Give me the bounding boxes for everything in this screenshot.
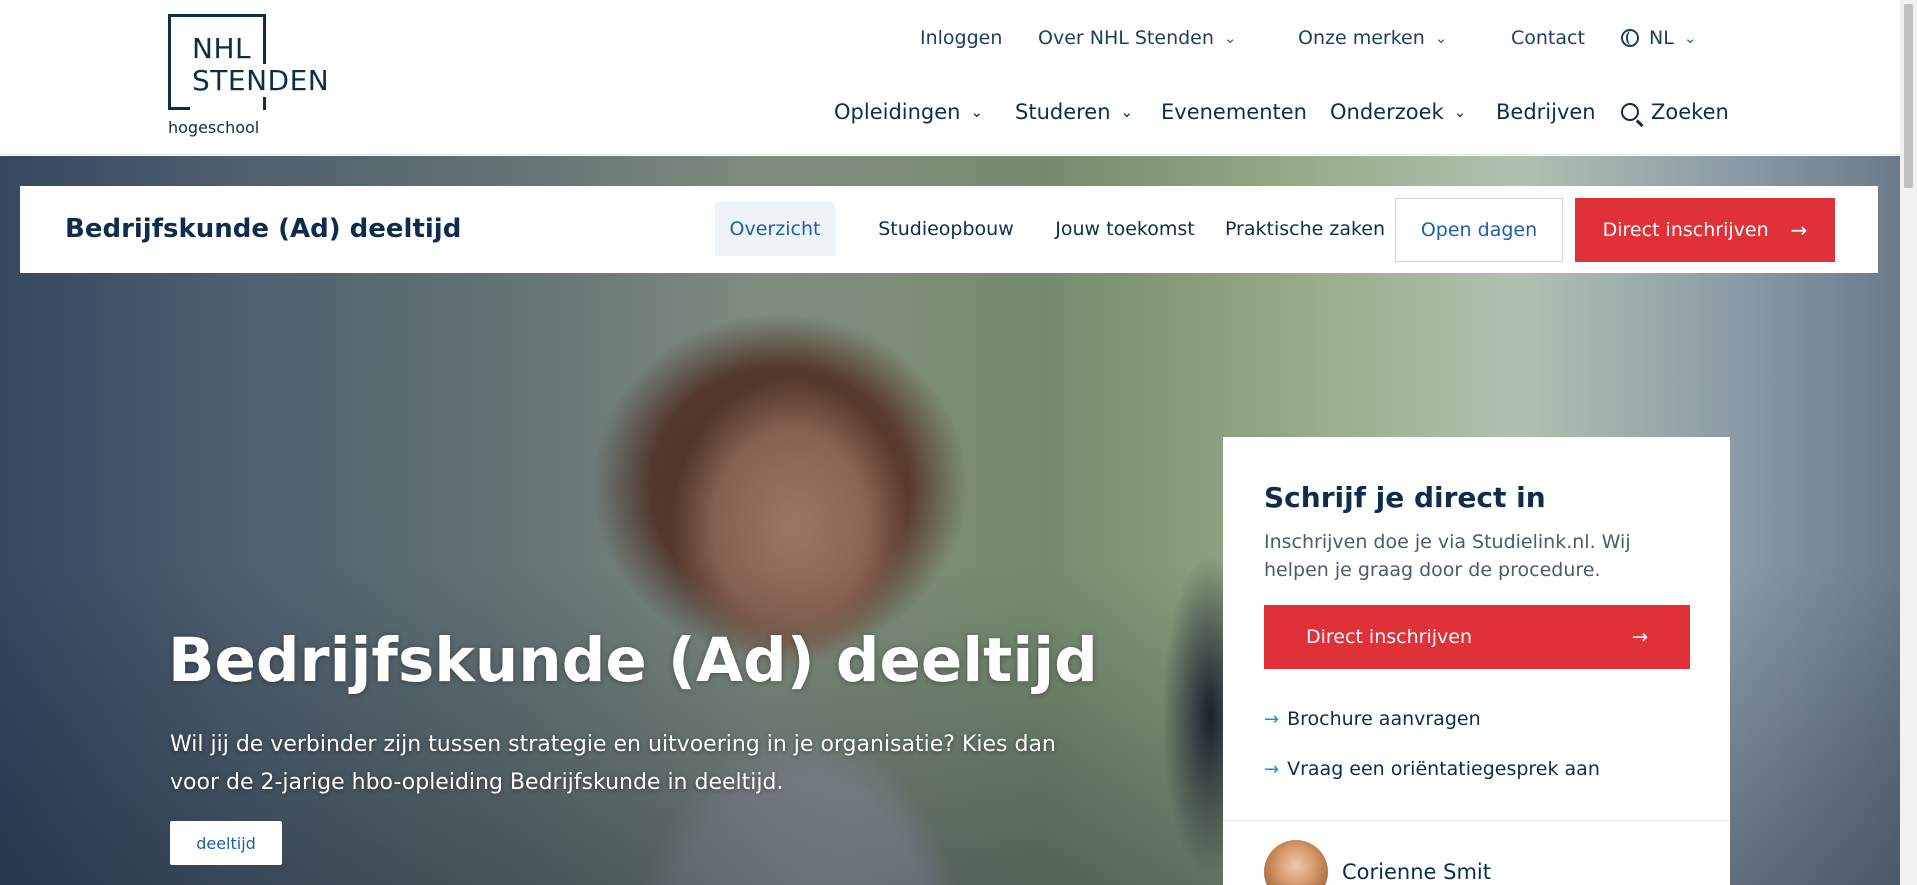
mainnav-programs[interactable]: Opleidingen ⌄ [834, 98, 983, 126]
enroll-label: Direct inschrijven [1602, 219, 1769, 241]
mainnav-study-label: Studeren [1015, 100, 1111, 124]
mainnav-research[interactable]: Onderzoek ⌄ [1330, 98, 1466, 126]
enroll-card: Schrijf je direct in Inschrijven doe je … [1223, 437, 1730, 885]
hero-intro: Wil jij de verbinder zijn tussen strateg… [170, 732, 1056, 795]
topnav-about[interactable]: Over NHL Stenden ⌄ [1038, 26, 1236, 50]
topnav-contact-label: Contact [1511, 27, 1585, 49]
site-header: NHL STENDEN hogeschool Inloggen Over NHL… [0, 0, 1900, 155]
open-days-label: Open dagen [1420, 219, 1538, 241]
mainnav-study[interactable]: Studeren ⌄ [1015, 98, 1133, 126]
program-subnav: Bedrijfskunde (Ad) deeltijd Overzicht St… [20, 186, 1878, 273]
tab-your-future[interactable]: Jouw toekomst [1035, 202, 1215, 256]
contact-name: Corienne Smit [1342, 860, 1491, 884]
mainnav-programs-label: Opleidingen [834, 100, 961, 124]
chevron-down-icon: ⌄ [1453, 103, 1467, 121]
program-title: Bedrijfskunde (Ad) deeltijd [65, 214, 462, 244]
card-enroll-button[interactable]: Direct inschrijven → [1264, 605, 1690, 669]
scrollbar-thumb[interactable] [1904, 4, 1913, 188]
open-days-button[interactable]: Open dagen [1395, 198, 1563, 262]
tab-study-structure[interactable]: Studieopbouw [866, 202, 1026, 256]
search-label: Zoeken [1651, 100, 1729, 124]
study-mode-badge[interactable]: deeltijd [170, 821, 282, 865]
orientation-link-label: Vraag een oriëntatiegesprek aan [1287, 758, 1600, 780]
hero-title: Bedrijfskunde (Ad) deeltijd [168, 625, 1098, 696]
arrow-right-icon: → [1264, 758, 1280, 780]
chevron-down-icon: ⌄ [970, 103, 984, 121]
topnav-brands-label: Onze merken [1298, 27, 1425, 49]
card-enroll-label: Direct inschrijven [1306, 626, 1472, 648]
brochure-link-label: Brochure aanvragen [1287, 708, 1481, 730]
chevron-down-icon: ⌄ [1434, 29, 1448, 47]
chevron-down-icon: ⌄ [1223, 29, 1237, 47]
mainnav-events[interactable]: Evenementen [1161, 98, 1307, 126]
arrow-right-icon: → [1264, 708, 1280, 730]
logo-subtitle: hogeschool [168, 118, 260, 137]
language-label: NL [1649, 27, 1674, 49]
card-title: Schrijf je direct in [1264, 481, 1546, 514]
search-button[interactable]: Zoeken [1621, 98, 1729, 126]
avatar [1264, 840, 1328, 885]
topnav-about-label: Over NHL Stenden [1038, 27, 1214, 49]
logo-text-nhl: NHL [192, 32, 252, 65]
card-text: Inschrijven doe je via Studielink.nl. Wi… [1264, 531, 1631, 581]
brochure-link[interactable]: → Brochure aanvragen [1264, 708, 1481, 730]
topnav-brands[interactable]: Onze merken ⌄ [1298, 26, 1447, 50]
tab-overview[interactable]: Overzicht [715, 202, 835, 256]
chevron-down-icon: ⌄ [1683, 29, 1697, 47]
tab-practical-matters[interactable]: Praktische zaken [1215, 202, 1395, 256]
card-divider [1223, 820, 1730, 821]
chevron-down-icon: ⌄ [1120, 103, 1134, 121]
topnav-contact[interactable]: Contact [1511, 26, 1585, 50]
mainnav-business-label: Bedrijven [1496, 100, 1596, 124]
search-icon [1621, 103, 1639, 121]
logo-frame-bottom [168, 107, 190, 110]
language-selector[interactable]: NL ⌄ [1621, 26, 1696, 50]
mainnav-events-label: Evenementen [1161, 100, 1307, 124]
nhl-stenden-logo[interactable]: NHL STENDEN hogeschool [168, 14, 338, 142]
arrow-right-icon: → [1632, 626, 1648, 648]
globe-icon [1621, 29, 1639, 47]
topnav-login-label: Inloggen [920, 27, 1003, 49]
arrow-right-icon: → [1790, 218, 1808, 242]
page-scrollbar[interactable] [1900, 0, 1917, 885]
logo-text-stenden: STENDEN [192, 64, 332, 97]
enroll-button[interactable]: Direct inschrijven → [1575, 198, 1835, 262]
topnav-login[interactable]: Inloggen [920, 26, 1002, 50]
mainnav-business[interactable]: Bedrijven [1496, 98, 1596, 126]
mainnav-research-label: Onderzoek [1330, 100, 1444, 124]
orientation-link[interactable]: → Vraag een oriëntatiegesprek aan [1264, 758, 1600, 780]
